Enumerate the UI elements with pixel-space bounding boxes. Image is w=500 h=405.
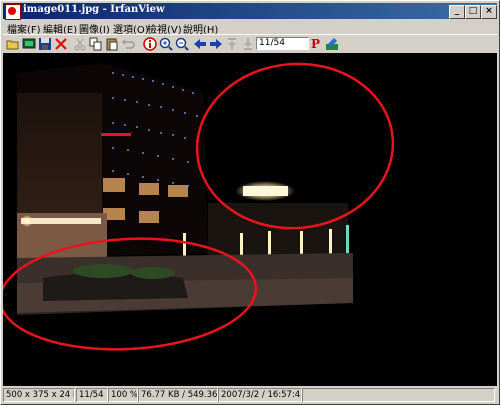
undo-icon[interactable]: [121, 37, 135, 51]
zoom-in-icon[interactable]: [159, 37, 173, 51]
title-bar[interactable]: image011.jpg - IrfanView _ □ ×: [3, 3, 497, 20]
copy-icon[interactable]: [89, 37, 103, 51]
status-dimensions: 500 x 375 x 24 BPP: [3, 388, 75, 402]
status-datetime: 2007/3/2 / 16:57:42: [218, 388, 302, 402]
open-icon[interactable]: [6, 37, 20, 51]
maximize-button[interactable]: □: [465, 5, 481, 19]
next-icon[interactable]: [209, 37, 223, 51]
app-window: image011.jpg - IrfanView _ □ × 檔案(F) 編輯(…: [0, 0, 500, 405]
night-street-photo: [3, 53, 497, 386]
status-zoom: 100 %: [108, 388, 138, 402]
irfanview-app-icon[interactable]: [5, 4, 21, 20]
previous-icon[interactable]: [193, 37, 207, 51]
minimize-button[interactable]: _: [449, 5, 465, 19]
status-file-size: 76.77 KB / 549.36 KB: [138, 388, 218, 402]
close-button[interactable]: ×: [481, 5, 497, 19]
zoom-out-icon[interactable]: [175, 37, 189, 51]
slideshow-icon[interactable]: [22, 37, 36, 51]
save-icon[interactable]: [38, 37, 52, 51]
print-icon[interactable]: P: [311, 37, 325, 51]
info-icon[interactable]: [143, 37, 157, 51]
cut-icon[interactable]: [73, 37, 87, 51]
last-page-icon[interactable]: [241, 37, 255, 51]
first-page-icon[interactable]: [225, 37, 239, 51]
menu-bar: 檔案(F) 編輯(E) 圖像(I) 選項(O) 檢視(V) 說明(H): [3, 20, 497, 36]
window-title: image011.jpg - IrfanView: [23, 4, 165, 15]
paint-icon[interactable]: [325, 37, 339, 51]
delete-icon[interactable]: [54, 37, 68, 51]
toolbar: 11/54 P: [3, 34, 497, 54]
status-empty: [302, 388, 495, 402]
page-number-field[interactable]: 11/54: [256, 37, 309, 50]
image-view[interactable]: [3, 53, 497, 386]
paste-icon[interactable]: [105, 37, 119, 51]
status-bar: 500 x 375 x 24 BPP 11/54 100 % 76.77 KB …: [3, 388, 497, 402]
status-index: 11/54: [76, 388, 108, 402]
